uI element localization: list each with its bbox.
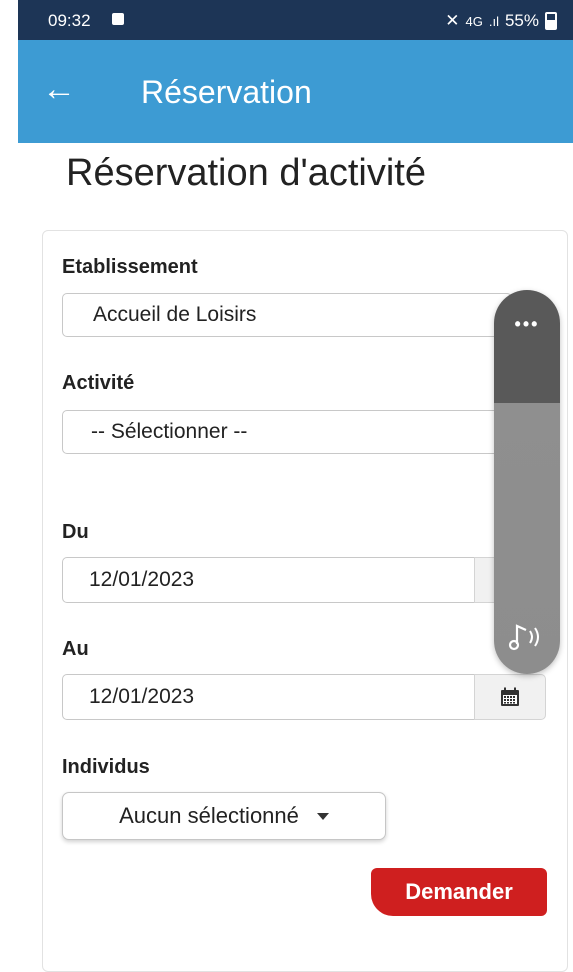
music-note-icon[interactable] [508,620,548,654]
notification-icon [112,13,124,25]
app-bar: ← Réservation [18,40,573,143]
floating-volume-panel[interactable]: ••• [494,290,560,674]
demander-button[interactable]: Demander [371,868,547,916]
more-dots-icon[interactable]: ••• [494,314,560,335]
signal-strength: .ıl [488,13,499,29]
mute-icon: ✕ [445,11,460,30]
network-type: 4G [465,13,483,29]
status-bar: 09:32 ✕ 4G .ıl 55% [18,0,573,40]
etablissement-select[interactable]: Accueil de Loisirs [62,293,512,337]
individus-dropdown[interactable]: Aucun sélectionné [62,792,386,840]
au-calendar-button[interactable] [474,674,546,720]
battery-icon [545,12,557,30]
calendar-icon [501,687,519,706]
du-date-input[interactable]: 12/01/2023 [62,557,476,603]
back-arrow-icon[interactable]: ← [42,72,76,106]
au-label: Au [62,638,89,660]
status-time: 09:32 [48,11,91,30]
du-label: Du [62,521,89,543]
etablissement-label: Etablissement [62,256,198,278]
activite-select[interactable]: -- Sélectionner -- [62,410,512,454]
app-bar-title: Réservation [141,74,312,110]
au-date-input[interactable]: 12/01/2023 [62,674,476,720]
battery-percent: 55% [504,11,539,30]
page-title: Réservation d'activité [66,152,426,194]
caret-down-icon [316,812,329,820]
status-indicators: ✕ 4G .ıl 55% [445,11,557,31]
individus-value: Aucun sélectionné [119,803,299,828]
individus-label: Individus [62,756,150,778]
activite-label: Activité [62,372,135,394]
